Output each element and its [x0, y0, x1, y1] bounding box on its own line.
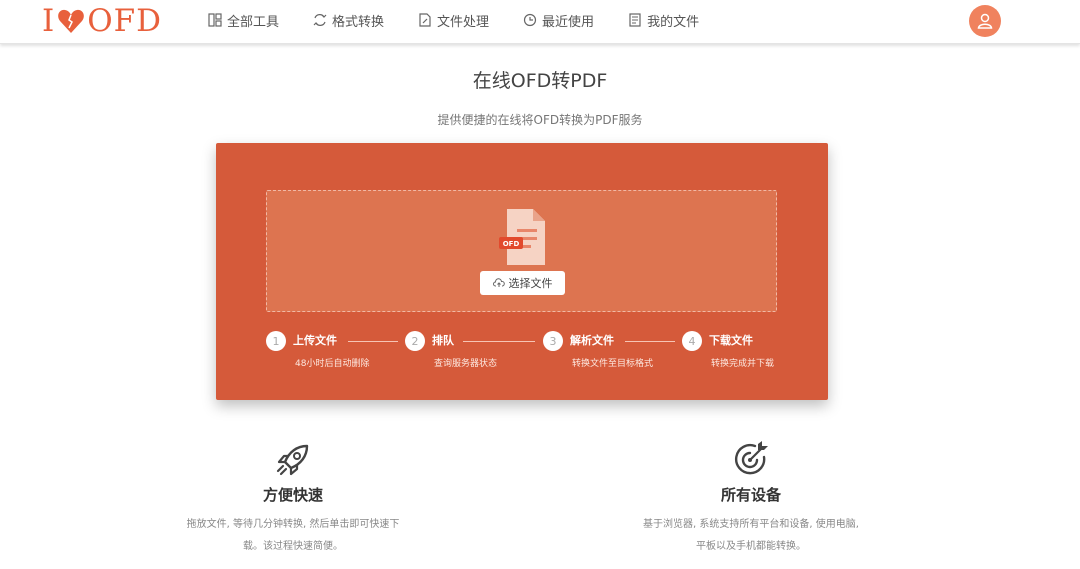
recent-icon — [523, 13, 537, 27]
feature-desc-line: 拖放文件, 等待几分钟转换, 然后单击即可快速下 — [186, 519, 400, 530]
page-subtitle: 提供便捷的在线将OFD转换为PDF服务 — [437, 113, 643, 127]
step-title: 解析文件 — [570, 334, 614, 347]
rocket-icon — [276, 444, 309, 476]
feature-desc-line: 平板以及手机都能转换。 — [696, 541, 806, 552]
nav-label: 最近使用 — [542, 14, 595, 30]
heart-icon — [58, 9, 85, 34]
logo-suffix: OFD — [87, 3, 163, 39]
logo[interactable]: I OFD — [42, 3, 162, 39]
main-nav: 全部工具 格式转换 文件处理 最近使用 我的文件 — [208, 0, 733, 40]
feature-desc-line: 基于浏览器, 系统支持所有平台和设备, 使用电脑, — [643, 519, 859, 530]
step-connector — [463, 341, 535, 342]
cloud-upload-icon — [492, 278, 505, 287]
nav-format-convert[interactable]: 格式转换 — [313, 11, 384, 30]
document-icon — [629, 13, 641, 27]
step-title: 下载文件 — [709, 334, 753, 347]
ofd-file-icon: OFD — [499, 209, 545, 265]
nav-label: 全部工具 — [227, 14, 280, 30]
nav-file-processing[interactable]: 文件处理 — [418, 11, 489, 30]
file-dropzone[interactable]: OFD 选择文件 — [266, 190, 777, 312]
file-badge-label: OFD — [503, 240, 520, 248]
nav-label: 格式转换 — [332, 14, 385, 30]
file-edit-icon — [419, 13, 431, 27]
conversion-panel: OFD 选择文件 1 上传文件 48小时后自动删除 2 排队 查询服务器状态 3… — [216, 143, 828, 400]
logo-prefix: I — [42, 3, 56, 39]
step-title: 排队 — [432, 334, 454, 347]
select-file-button[interactable]: 选择文件 — [480, 271, 565, 295]
feature-desc: 拖放文件, 等待几分钟转换, 然后单击即可快速下 载。该过程快速简便。 — [163, 514, 423, 558]
nav-label: 文件处理 — [437, 14, 490, 30]
step-number: 1 — [266, 331, 286, 351]
step-desc: 转换完成并下载 — [711, 359, 775, 369]
feature-desc: 基于浏览器, 系统支持所有平台和设备, 使用电脑, 平板以及手机都能转换。 — [616, 514, 886, 558]
nav-all-tools[interactable]: 全部工具 — [208, 11, 279, 30]
feature-title: 方便快速 — [262, 486, 323, 504]
feature-title: 所有设备 — [720, 486, 781, 504]
step-desc: 查询服务器状态 — [434, 359, 498, 369]
conversion-steps: 1 上传文件 48小时后自动删除 2 排队 查询服务器状态 3 解析文件 转换文… — [266, 331, 786, 371]
step-connector — [625, 341, 675, 342]
nav-my-files[interactable]: 我的文件 — [628, 11, 699, 30]
step-title: 上传文件 — [293, 334, 337, 347]
top-header: I OFD 全部工具 格式转换 文件处理 最近使用 我的文件 — [0, 0, 1080, 44]
user-icon — [977, 13, 993, 29]
step-number: 2 — [405, 331, 425, 351]
avatar[interactable] — [969, 5, 1001, 37]
convert-icon — [313, 14, 327, 26]
page-title: 在线OFD转PDF — [472, 70, 608, 92]
nav-recent[interactable]: 最近使用 — [523, 11, 594, 30]
nav-label: 我的文件 — [647, 14, 700, 30]
select-file-label: 选择文件 — [508, 277, 553, 290]
step-desc: 转换文件至目标格式 — [572, 359, 654, 369]
step-connector — [348, 341, 398, 342]
step-number: 4 — [682, 331, 702, 351]
feature-all-devices: 所有设备 基于浏览器, 系统支持所有平台和设备, 使用电脑, 平板以及手机都能转… — [616, 440, 886, 558]
step-number: 3 — [543, 331, 563, 351]
target-icon — [734, 441, 768, 475]
feature-desc-line: 载。该过程快速简便。 — [243, 541, 343, 552]
grid-icon — [208, 13, 222, 27]
feature-fast: 方便快速 拖放文件, 等待几分钟转换, 然后单击即可快速下 载。该过程快速简便。 — [163, 440, 423, 558]
step-desc: 48小时后自动删除 — [295, 359, 370, 369]
